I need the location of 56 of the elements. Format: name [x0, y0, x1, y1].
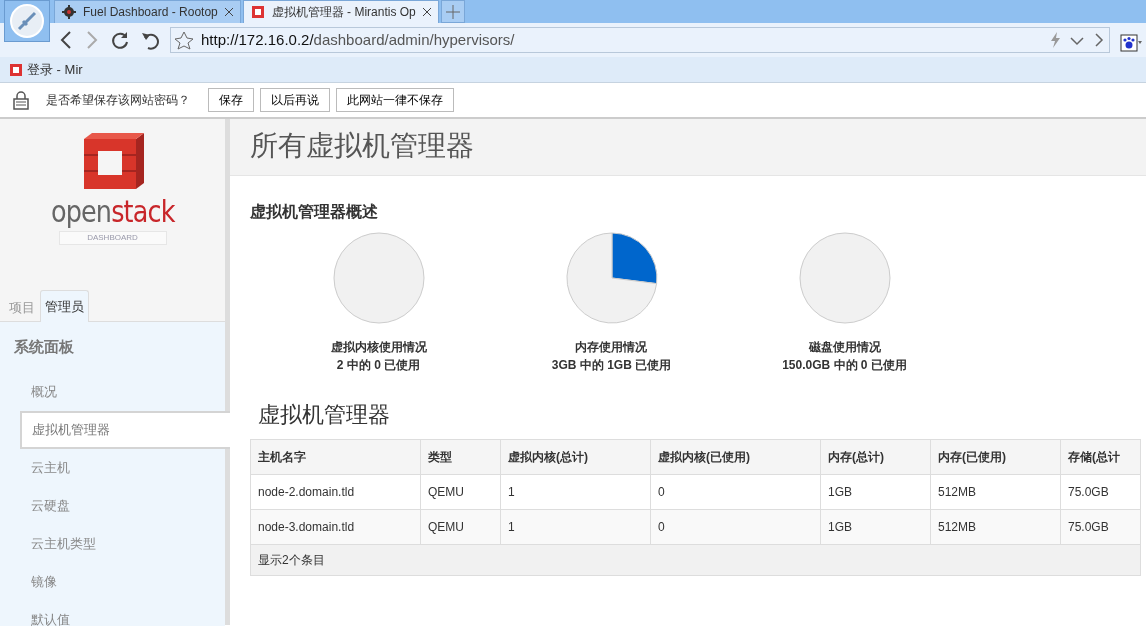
lock-icon	[12, 90, 30, 110]
column-header: 内存(总计)	[820, 439, 931, 475]
table-cell: 1GB	[820, 474, 931, 510]
undo-icon[interactable]	[140, 30, 160, 50]
browser-logo-icon[interactable]	[4, 0, 50, 42]
table-cell: 75.0GB	[1060, 509, 1141, 545]
usage-label: 磁盘使用情况	[807, 339, 882, 356]
table-cell: 1GB	[820, 509, 931, 545]
section-title: 虚拟机管理器概述	[250, 202, 379, 222]
table-cell: 512MB	[930, 474, 1061, 510]
column-header: 类型	[420, 439, 501, 475]
dashboard-label: DASHBOARD	[58, 231, 167, 245]
table-footer: 显示2个条目	[250, 544, 1141, 576]
browser-tab[interactable]: 虚拟机管理器 - Mirantis Op	[242, 0, 439, 23]
cube-icon	[249, 4, 266, 20]
table-title: 虚拟机管理器	[258, 401, 391, 429]
column-header: 内存(已使用)	[930, 439, 1061, 475]
cube-icon	[8, 61, 24, 78]
page-title: 所有虚拟机管理器	[230, 119, 1146, 176]
bookmark[interactable]: 登录 - Mir	[8, 59, 83, 80]
table-cell: QEMU	[420, 474, 501, 510]
column-header: 存储(总计	[1060, 439, 1141, 475]
column-header: 虚拟内核(总计)	[500, 439, 651, 475]
gear-icon	[61, 4, 77, 20]
password-bar-button[interactable]: 保存	[208, 88, 254, 112]
address-bar[interactable]: http://172.16.0.2/dashboard/admin/hypervisors/	[170, 27, 1110, 53]
table-cell: 1	[500, 474, 651, 510]
usage-label: 内存使用情况	[574, 339, 649, 356]
table-cell: 0	[650, 509, 821, 545]
paw-icon[interactable]	[1120, 32, 1142, 52]
browser-tab[interactable]: Fuel Dashboard - Rootop	[54, 0, 241, 23]
usage-detail: 3GB 中的 1GB 已使用	[551, 357, 672, 374]
close-icon[interactable]	[223, 7, 234, 17]
usage-label: 虚拟内核使用情况	[330, 339, 427, 356]
usage-detail: 150.0GB 中的 0 已使用	[782, 357, 907, 374]
table-cell: 512MB	[930, 509, 1061, 545]
password-prompt: 是否希望保存该网站密码？	[46, 92, 190, 109]
sidebar-item[interactable]: 虚拟机管理器	[20, 410, 230, 449]
column-header: 虚拟内核(已使用)	[650, 439, 821, 475]
usage-detail: 2 中的 0 已使用	[335, 357, 422, 374]
address-text: http://172.16.0.2/dashboard/admin/hypervisors/	[201, 29, 516, 50]
sidebar-section-title: 系统面板	[13, 337, 75, 357]
table-cell: node-2.domain.tld	[250, 474, 421, 510]
table-cell: 75.0GB	[1060, 474, 1141, 510]
back-icon[interactable]	[58, 30, 74, 50]
refresh-icon[interactable]	[110, 30, 130, 50]
table-cell: QEMU	[420, 509, 501, 545]
close-icon[interactable]	[421, 7, 432, 17]
table-cell: 1	[500, 509, 651, 545]
table-cell: node-3.domain.tld	[250, 509, 421, 545]
table-cell: 0	[650, 474, 821, 510]
password-bar-button[interactable]: 此网站一律不保存	[336, 88, 454, 112]
password-bar-button[interactable]: 以后再说	[260, 88, 330, 112]
column-header: 主机名字	[250, 439, 421, 475]
openstack-wordmark: openstack	[50, 197, 175, 227]
sidebar-tab[interactable]: 管理员	[40, 290, 89, 322]
